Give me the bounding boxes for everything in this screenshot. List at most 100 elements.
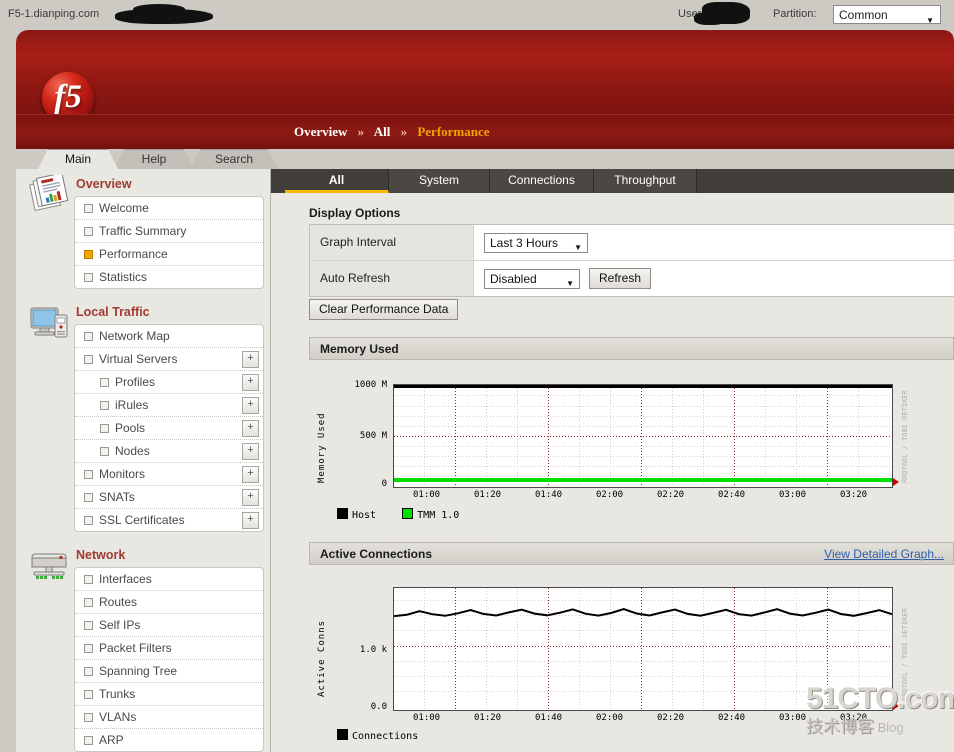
- tab-throughput[interactable]: Throughput: [594, 169, 697, 193]
- auto-refresh-select[interactable]: Disabled ▼: [484, 268, 580, 289]
- app-body: Overview Welcome Traffic Summary Perform…: [16, 169, 954, 752]
- sidebar-item-trunks[interactable]: Trunks: [75, 683, 263, 706]
- bullet-icon: [84, 598, 93, 607]
- sidebar-item-nodes[interactable]: Nodes +: [75, 440, 263, 463]
- memory-xtick-1: 01:20: [474, 490, 502, 500]
- tab-search[interactable]: Search: [190, 149, 278, 169]
- memory-xtick-2: 01:40: [535, 490, 563, 500]
- expand-icon[interactable]: +: [242, 351, 259, 368]
- bullet-icon: [84, 575, 93, 584]
- refresh-button[interactable]: Refresh: [589, 268, 652, 289]
- rrdtool-watermark: RRDTOOL / TOBI OETIKER: [901, 390, 909, 483]
- bullet-icon: [84, 644, 93, 653]
- partition-label: Partition:: [773, 8, 817, 20]
- active-connections-graph: Active Conns 1.0 k 0.0 01:00 01:20 01:40…: [309, 569, 954, 752]
- tab-connections[interactable]: Connections: [490, 169, 594, 193]
- expand-icon[interactable]: +: [242, 397, 259, 414]
- sidebar-item-virtual-servers[interactable]: Virtual Servers +: [75, 348, 263, 371]
- sidebar-item-label: Spanning Tree: [99, 664, 178, 678]
- sidebar-item-label: Monitors: [99, 467, 146, 481]
- clear-performance-data-button[interactable]: Clear Performance Data: [309, 299, 459, 320]
- connections-xtick-4: 02:20: [657, 713, 685, 723]
- sidebar-item-irules[interactable]: iRules +: [75, 394, 263, 417]
- bullet-icon: [100, 401, 109, 410]
- sidebar-item-label: Pools: [115, 421, 146, 435]
- expand-icon[interactable]: +: [242, 374, 259, 391]
- sidebar-section-network: Network Interfaces Routes Self IPs Packe…: [16, 540, 270, 752]
- sidebar-item-self-ips[interactable]: Self IPs: [75, 614, 263, 637]
- breadcrumb-separator-1: »: [357, 124, 365, 139]
- memory-xtick-0: 01:00: [413, 490, 441, 500]
- sidebar-item-monitors[interactable]: Monitors +: [75, 463, 263, 486]
- memory-xtick-7: 03:20: [840, 490, 868, 500]
- bullet-icon: [84, 493, 93, 502]
- bullet-icon: [84, 470, 93, 479]
- sidebar-section-overview: Overview Welcome Traffic Summary Perform…: [16, 169, 270, 289]
- bigip-app-frame: f5 BIG-IP® Overview » All » Performance …: [16, 30, 954, 752]
- nav-tab-row: Main Help Search: [16, 149, 954, 169]
- display-options-title: Display Options: [309, 206, 401, 220]
- tab-system[interactable]: System: [389, 169, 490, 193]
- sidebar-item-performance[interactable]: Performance: [75, 243, 263, 266]
- sidebar-item-profiles[interactable]: Profiles +: [75, 371, 263, 394]
- sidebar-item-vlans[interactable]: VLANs: [75, 706, 263, 729]
- sidebar-menu-overview: Welcome Traffic Summary Performance Stat…: [74, 196, 264, 289]
- sidebar-item-interfaces[interactable]: Interfaces: [75, 568, 263, 591]
- sidebar-item-label: ARP: [99, 733, 124, 747]
- browser-top-bar: F5-1.dianping.com User: Partition: Commo…: [0, 0, 954, 30]
- sidebar-item-label: Virtual Servers: [99, 352, 178, 366]
- bullet-icon: [100, 447, 109, 456]
- tab-all[interactable]: All: [285, 169, 389, 193]
- sidebar-item-arp[interactable]: ARP: [75, 729, 263, 751]
- sidebar-item-statistics[interactable]: Statistics: [75, 266, 263, 288]
- sidebar-item-welcome[interactable]: Welcome: [75, 197, 263, 220]
- memory-used-panel-header: Memory Used: [309, 337, 954, 360]
- sidebar-item-packet-filters[interactable]: Packet Filters: [75, 637, 263, 660]
- memory-used-graph: Memory Used 1000 M 500 M 0 01:00 01:20 0…: [309, 365, 954, 525]
- sidebar-item-pools[interactable]: Pools +: [75, 417, 263, 440]
- breadcrumb-overview[interactable]: Overview: [294, 124, 347, 139]
- memory-legend: Host TMM 1.0: [337, 508, 459, 521]
- breadcrumb-all[interactable]: All: [374, 124, 391, 139]
- sidebar-item-snats[interactable]: SNATs +: [75, 486, 263, 509]
- connections-plot-area: [393, 587, 893, 711]
- expand-icon[interactable]: +: [242, 489, 259, 506]
- bullet-icon: [84, 516, 93, 525]
- tab-help[interactable]: Help: [114, 149, 194, 169]
- bullet-icon: [84, 227, 93, 236]
- connections-xtick-5: 02:40: [718, 713, 746, 723]
- switch-icon: [31, 553, 67, 579]
- sidebar-item-spanning-tree[interactable]: Spanning Tree: [75, 660, 263, 683]
- sidebar-item-label: Statistics: [99, 270, 148, 284]
- bullet-icon: [84, 332, 93, 341]
- partition-value: Common: [839, 8, 888, 22]
- sidebar-item-label: SSL Certificates: [99, 513, 185, 527]
- legend-swatch-connections: [337, 729, 348, 740]
- bullet-icon: [84, 690, 93, 699]
- connections-axis-arrow-icon: [893, 702, 899, 710]
- chevron-down-icon: ▼: [574, 242, 582, 252]
- sidebar-item-network-map[interactable]: Network Map: [75, 325, 263, 348]
- expand-icon[interactable]: +: [242, 443, 259, 460]
- tab-main[interactable]: Main: [38, 149, 118, 169]
- graph-interval-select[interactable]: Last 3 Hours ▼: [484, 232, 588, 253]
- sidebar-item-label: Interfaces: [99, 572, 152, 586]
- auto-refresh-row: Auto Refresh Disabled ▼ Refresh: [310, 261, 954, 296]
- chevron-down-icon: ▼: [566, 278, 574, 288]
- sidebar-item-ssl-certificates[interactable]: SSL Certificates +: [75, 509, 263, 531]
- expand-icon[interactable]: +: [242, 512, 259, 529]
- graph-interval-label: Graph Interval: [310, 225, 474, 260]
- sidebar-item-routes[interactable]: Routes: [75, 591, 263, 614]
- memory-series-host: [394, 385, 892, 388]
- tab-strip-spacer: [271, 169, 285, 193]
- bullet-icon: [84, 273, 93, 282]
- bullet-icon: [84, 713, 93, 722]
- sidebar-item-traffic-summary[interactable]: Traffic Summary: [75, 220, 263, 243]
- partition-select[interactable]: Common ▼: [833, 5, 941, 25]
- expand-icon[interactable]: +: [242, 466, 259, 483]
- view-detailed-graph-link[interactable]: View Detailed Graph...: [824, 543, 944, 566]
- connections-xtick-6: 03:00: [779, 713, 807, 723]
- panel-title: Active Connections: [320, 547, 433, 561]
- bullet-icon: [84, 736, 93, 745]
- expand-icon[interactable]: +: [242, 420, 259, 437]
